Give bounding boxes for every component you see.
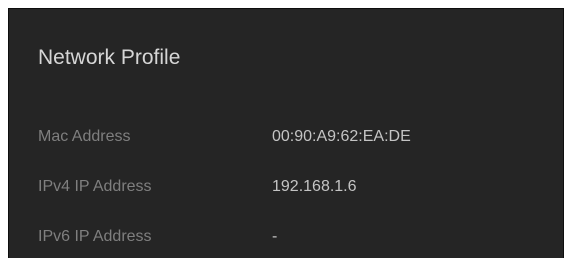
ipv4-address-label: IPv4 IP Address (38, 178, 152, 195)
ipv6-address-value: - (272, 228, 278, 245)
mac-address-row: Mac Address 00:90:A9:62:EA:DE (9, 125, 563, 149)
panel-title: Network Profile (38, 46, 181, 69)
ipv4-address-row: IPv4 IP Address 192.168.1.6 (9, 175, 563, 199)
ipv6-address-label: IPv6 IP Address (38, 228, 152, 245)
network-profile-panel: Network Profile Mac Address 00:90:A9:62:… (8, 8, 564, 258)
mac-address-value: 00:90:A9:62:EA:DE (272, 128, 411, 145)
ipv6-address-row: IPv6 IP Address - (9, 225, 563, 249)
mac-address-label: Mac Address (38, 128, 131, 145)
ipv4-address-value: 192.168.1.6 (272, 178, 357, 195)
